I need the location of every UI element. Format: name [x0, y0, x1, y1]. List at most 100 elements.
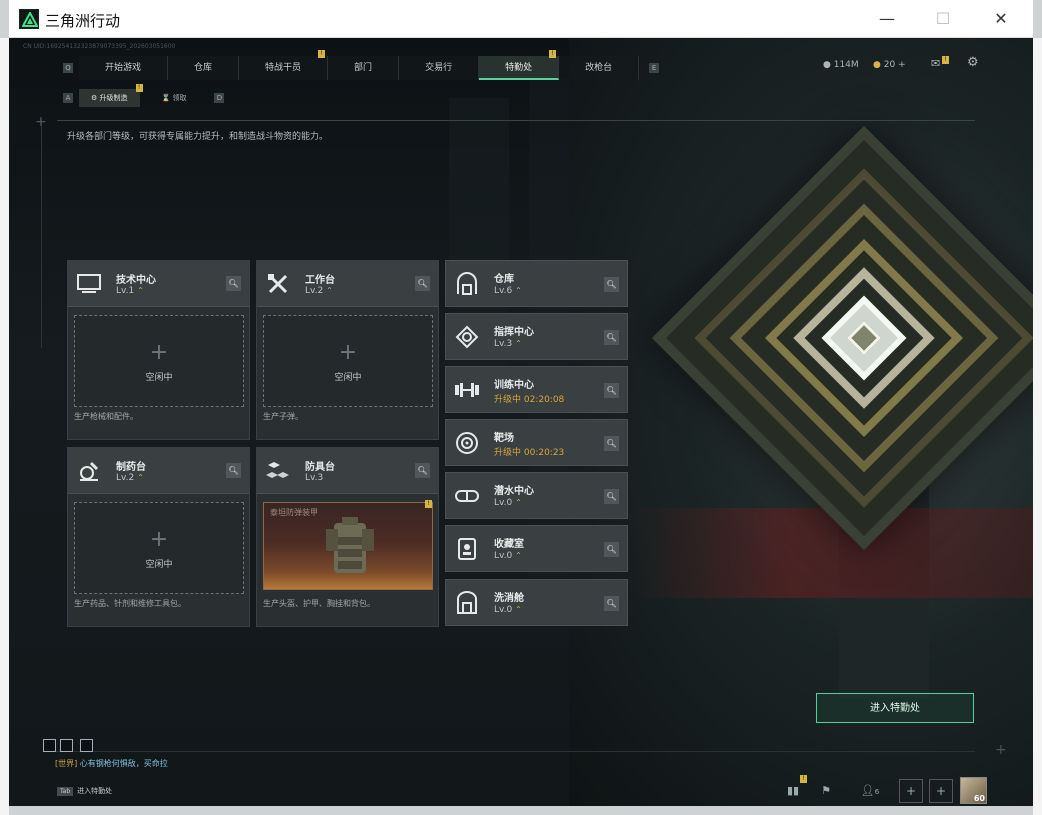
- tab-gunsmith[interactable]: 改枪台: [559, 56, 640, 80]
- coin-balance: ● 114M: [823, 60, 859, 70]
- search-icon[interactable]: 🔍︎: [604, 277, 619, 292]
- search-icon[interactable]: 🔍︎: [604, 436, 619, 451]
- search-icon[interactable]: 🔍︎: [226, 463, 241, 478]
- stats-chart-icon[interactable]: ▮▮: [782, 780, 804, 802]
- friends-icon[interactable]: 👤︎6: [855, 780, 885, 802]
- search-icon[interactable]: 🔍︎: [415, 276, 430, 291]
- sub-tab-bar: A ⚙ 升级制造! ⌛ 领取 D: [57, 84, 230, 107]
- upgrade-arrow-icon: ⌃: [515, 605, 522, 614]
- chat-filter-button[interactable]: [80, 739, 93, 752]
- tools-icon: [265, 271, 291, 297]
- flag-icon[interactable]: ⚑: [815, 780, 837, 802]
- upgrade-timer: 升级中 00:20:23: [494, 448, 565, 458]
- search-icon[interactable]: 🔍︎: [604, 383, 619, 398]
- search-icon[interactable]: 🔍︎: [226, 276, 241, 291]
- facility-card-warehouse[interactable]: 仓库 Lv.6 ⌃ 🔍︎: [445, 260, 628, 307]
- tab-hint[interactable]: Tab 进入特勤处: [57, 783, 112, 799]
- subtab-upgrade-craft[interactable]: ⚙ 升级制造!: [79, 84, 143, 107]
- facility-card-command-center[interactable]: 指挥中心 Lv.3 ⌃ 🔍︎: [445, 313, 628, 360]
- crafted-item-armor[interactable]: 泰坦防弹装甲: [263, 502, 433, 590]
- trophy-case-icon: [454, 536, 480, 562]
- mail-icon[interactable]: ✉: [931, 57, 940, 70]
- main-tab-bar: Q 开始游戏 仓库 特战干员! 部门 交易行 特勤处! 改枪台 E: [57, 50, 665, 80]
- upgrade-arrow-icon: ⌃: [137, 286, 144, 295]
- dumbbell-icon: [454, 377, 480, 403]
- facility-level: Lv.2: [116, 473, 135, 483]
- production-slot[interactable]: + 空闲中: [74, 315, 244, 407]
- card-footer: 生产药品、针剂和维修工具包。: [74, 599, 186, 608]
- desktop-edge-right: [1033, 38, 1042, 815]
- settings-gear-icon[interactable]: ⚙: [967, 55, 979, 70]
- chat-channel: [世界]: [55, 759, 78, 768]
- plus-icon: +: [149, 340, 169, 365]
- tab-operators[interactable]: 特战干员!: [239, 50, 329, 80]
- tab-start-game[interactable]: 开始游戏: [79, 56, 169, 80]
- mail-badge: !: [942, 56, 949, 64]
- facility-card-diving-center[interactable]: 潜水中心 Lv.0 ⌃ 🔍︎: [445, 472, 628, 519]
- tab-warehouse[interactable]: 仓库: [168, 56, 240, 80]
- facility-card-shooting-range[interactable]: 靶场 升级中 00:20:23 🔍︎: [445, 419, 628, 466]
- production-slot[interactable]: + 空闲中: [74, 502, 244, 594]
- notification-badge: !: [425, 500, 432, 508]
- production-card-armor-bench: 防具台 Lv.3 🔍︎ 泰坦防弹装甲 ! 生产头盔、护甲、胸挂和背包。: [256, 447, 439, 627]
- minimize-button[interactable]: —: [867, 6, 907, 32]
- enter-special-ops-button[interactable]: 进入特勤处: [816, 693, 974, 723]
- player-avatar[interactable]: 60: [960, 777, 987, 804]
- target-icon: [454, 430, 480, 456]
- page-description: 升级各部门等级，可获得专属能力提升，和制造战斗物资的能力。: [67, 132, 329, 142]
- upgrade-arrow-icon: ⌃: [137, 473, 144, 482]
- microscope-icon: [76, 458, 102, 484]
- search-icon[interactable]: 🔍︎: [604, 489, 619, 504]
- facility-card-decontamination[interactable]: 洗消舱 Lv.0 ⌃ 🔍︎: [445, 579, 628, 626]
- facility-level: Lv.1: [116, 286, 135, 296]
- tab-prev-key[interactable]: Q: [63, 63, 73, 73]
- chat-filter-button[interactable]: [60, 739, 73, 752]
- command-center-icon: [454, 324, 480, 350]
- search-icon[interactable]: 🔍︎: [415, 463, 430, 478]
- facility-name: 工作台: [305, 275, 335, 286]
- upgrade-arrow-icon: ⌃: [515, 339, 522, 348]
- tab-trading[interactable]: 交易行: [399, 56, 480, 80]
- tab-key: Tab: [57, 786, 74, 796]
- subtab-next-key[interactable]: D: [214, 93, 225, 103]
- search-icon[interactable]: 🔍︎: [604, 596, 619, 611]
- production-slot[interactable]: + 空闲中: [263, 315, 433, 407]
- tab-next-key[interactable]: E: [649, 63, 660, 73]
- crosshair-mark: +: [995, 742, 1007, 758]
- tab-hint-label: 进入特勤处: [77, 787, 113, 795]
- frame-line: [41, 118, 42, 348]
- facility-level: Lv.2: [305, 286, 324, 296]
- cubes-icon: [265, 458, 291, 484]
- search-icon[interactable]: 🔍︎: [604, 542, 619, 557]
- plus-icon: +: [149, 527, 169, 552]
- facility-name: 防具台: [305, 462, 335, 473]
- diving-mask-icon: [454, 483, 480, 509]
- divider: [55, 751, 975, 752]
- facility-card-collection-room[interactable]: 收藏室 Lv.0 ⌃ 🔍︎: [445, 525, 628, 572]
- upgrade-arrow-icon: ⌃: [515, 286, 522, 295]
- chat-filter-button[interactable]: [43, 739, 56, 752]
- subtab-prev-key[interactable]: A: [63, 93, 73, 103]
- search-icon[interactable]: 🔍︎: [604, 330, 619, 345]
- chat-text: 心有钢枪何惧敌，买命拉: [79, 759, 168, 768]
- facility-card-training-center[interactable]: 训练中心 升级中 02:20:08 🔍︎: [445, 366, 628, 413]
- upgrade-arrow-icon: ⌃: [515, 551, 522, 560]
- production-card-pharmacy: 制药台 Lv.2 ⌃ 🔍︎ + 空闲中 生产药品、针剂和维修工具包。: [67, 447, 250, 627]
- facility-name: 制药台: [116, 462, 146, 473]
- add-button[interactable]: +: [899, 779, 923, 803]
- close-button[interactable]: ✕: [981, 6, 1021, 32]
- tab-special-ops[interactable]: 特勤处!: [479, 50, 560, 80]
- production-card-tech-center: 技术中心 Lv.1 ⌃ 🔍︎ + 空闲中 生产枪械和配件。: [67, 260, 250, 440]
- chat-message[interactable]: [世界] 心有钢枪何惧敌，买命拉: [55, 758, 168, 769]
- window-title: 三角洲行动: [45, 12, 121, 30]
- warehouse-icon: [454, 271, 480, 297]
- divider: [57, 120, 975, 121]
- tab-departments[interactable]: 部门: [328, 56, 400, 80]
- notification-badge: !: [135, 84, 143, 92]
- add-button[interactable]: +: [929, 779, 953, 803]
- armor-vest-icon: [326, 517, 374, 573]
- subtab-collect[interactable]: ⌛ 领取: [150, 89, 199, 107]
- ticket-balance[interactable]: ● 20 +: [873, 60, 906, 70]
- card-footer: 生产子弹。: [263, 412, 303, 421]
- maximize-button[interactable]: ☐: [923, 6, 963, 32]
